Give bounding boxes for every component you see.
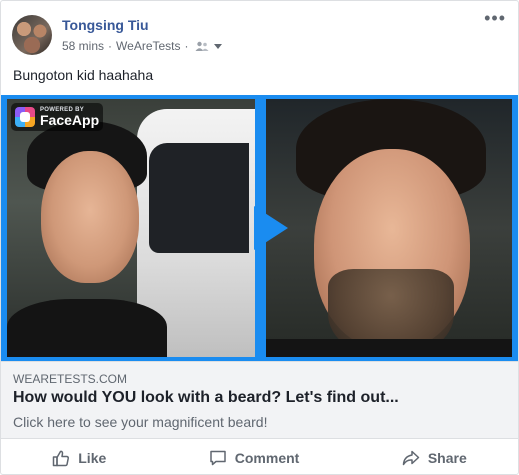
comment-button[interactable]: Comment <box>199 445 310 471</box>
post-actions: Like Comment Share <box>1 441 518 474</box>
comment-icon <box>209 449 227 467</box>
post-text: Bungoton kid haahaha <box>13 67 154 83</box>
thumbs-up-icon <box>52 449 70 467</box>
chevron-down-icon[interactable] <box>213 43 222 49</box>
post-card: Tongsing Tiu 58 mins · WeAreTests · ••• … <box>0 0 519 475</box>
author-avatar[interactable] <box>12 15 52 55</box>
share-label: Share <box>427 449 467 466</box>
link-headline[interactable]: How would YOU look with a beard? Let's f… <box>13 389 399 407</box>
post-timestamp[interactable]: 58 mins <box>62 39 104 53</box>
author-name[interactable]: Tongsing Tiu <box>62 17 149 33</box>
face-left <box>41 151 139 283</box>
meta-separator: · <box>108 39 113 53</box>
link-domain: WEARETESTS.COM <box>13 372 128 386</box>
shirt-left <box>7 299 167 357</box>
post-page-link[interactable]: WeAreTests <box>116 39 180 53</box>
link-preview[interactable]: WEARETESTS.COM How would YOU look with a… <box>1 361 518 439</box>
like-button[interactable]: Like <box>42 445 116 471</box>
link-description: Click here to see your magnificent beard… <box>13 414 268 430</box>
after-photo <box>266 99 512 357</box>
post-meta: 58 mins · WeAreTests · <box>62 39 222 53</box>
before-photo <box>7 99 255 357</box>
share-button[interactable]: Share <box>392 445 477 471</box>
like-label: Like <box>78 449 107 466</box>
faceapp-logo-icon <box>15 107 35 127</box>
arrow-right-icon <box>254 206 288 250</box>
share-icon <box>402 449 420 467</box>
more-horizontal-icon[interactable]: ••• <box>484 9 506 27</box>
badge-brand-text: FaceApp <box>40 112 100 128</box>
shirt-right <box>266 339 512 357</box>
friends-icon[interactable] <box>195 41 209 51</box>
faceapp-badge: POWERED BY FaceApp <box>11 103 103 131</box>
comment-label: Comment <box>234 449 300 466</box>
meta-separator-2: · <box>184 39 189 53</box>
